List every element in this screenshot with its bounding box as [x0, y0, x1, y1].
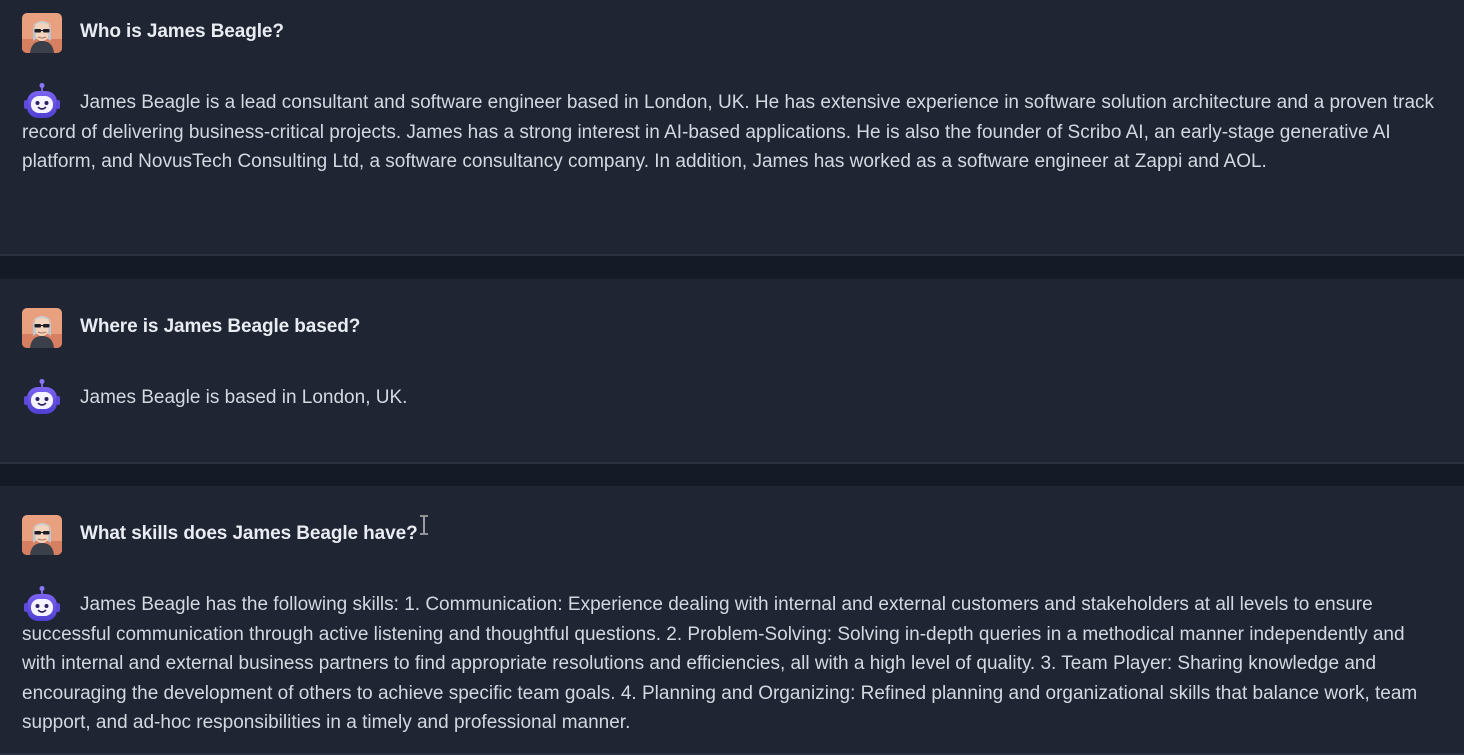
bot-answer: James Beagle is based in London, UK.: [80, 387, 408, 408]
user-avatar: [22, 13, 62, 53]
user-question: What skills does James Beagle have?: [80, 523, 418, 544]
bot-answer: James Beagle has the following skills: 1…: [22, 594, 1418, 733]
user-question: Who is James Beagle?: [80, 21, 284, 42]
text-cursor-icon: [418, 515, 430, 535]
user-avatar: [22, 515, 62, 555]
message-pair: Who is James Beagle? James Beagle is a l…: [0, 0, 1464, 256]
user-avatar: [22, 308, 62, 348]
message-pair: What skills does James Beagle have? Jame…: [0, 486, 1464, 755]
message-pair: Where is James Beagle based? James Beagl…: [0, 279, 1464, 464]
user-question: Where is James Beagle based?: [80, 316, 361, 337]
chat-transcript: Who is James Beagle? James Beagle is a l…: [0, 0, 1464, 755]
bot-answer: James Beagle is a lead consultant and so…: [22, 92, 1435, 172]
